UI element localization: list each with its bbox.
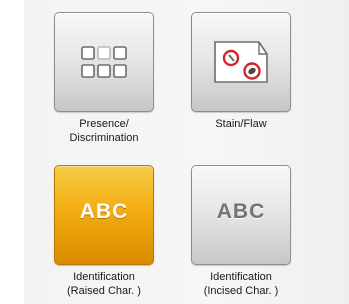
stain-flaw-label: Stain/Flaw xyxy=(215,118,267,130)
identification-raised-char-button[interactable]: ABC xyxy=(54,165,154,265)
identification-raised-char-label: Identification (Raised Char. ) xyxy=(67,271,141,297)
presence-discrimination-button[interactable] xyxy=(54,12,154,112)
identification-incised-char-label: Identification (Incised Char. ) xyxy=(203,271,279,297)
abc-raised-icon: ABC xyxy=(79,200,129,223)
presence-discrimination-label: Presence/ Discrimination xyxy=(69,118,139,144)
stain-flaw-icon xyxy=(214,41,268,83)
stain-flaw-button[interactable] xyxy=(191,12,291,112)
grid-squares-icon xyxy=(81,46,127,78)
abc-incised-icon: ABC xyxy=(216,200,266,223)
identification-incised-char-button[interactable]: ABC xyxy=(191,165,291,265)
